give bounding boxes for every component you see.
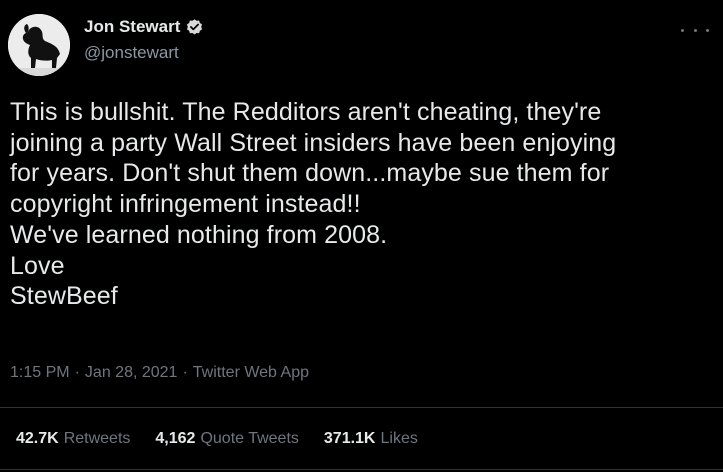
divider	[0, 407, 723, 408]
tweet-date[interactable]: Jan 28, 2021	[85, 364, 178, 382]
author-block: Jon Stewart @jonstewart	[84, 16, 204, 63]
more-options-button[interactable]	[681, 22, 709, 38]
retweets-stat[interactable]: 42.7K Retweets	[16, 430, 130, 448]
name-row: Jon Stewart	[84, 16, 204, 38]
dog-avatar-image	[8, 14, 70, 76]
likes-count: 371.1K	[323, 430, 376, 447]
engagement-stats: 42.7K Retweets 4,162 Quote Tweets 371.1K Li…	[16, 430, 443, 448]
retweets-label: Retweets	[63, 430, 131, 447]
quote-tweets-stat[interactable]: 4,162 Quote Tweets	[155, 430, 298, 448]
handle[interactable]: @jonstewart	[84, 43, 204, 63]
divider	[0, 469, 723, 470]
more-dot-icon	[693, 28, 697, 32]
tweet-time[interactable]: 1:15 PM	[10, 364, 70, 382]
likes-label: Likes	[380, 430, 418, 447]
more-dot-icon	[681, 28, 684, 32]
quote-tweets-label: Quote Tweets	[200, 430, 299, 447]
tweet-meta: 1:15 PM · Jan 28, 2021 · Twitter Web App	[10, 364, 309, 382]
more-dot-icon	[706, 28, 709, 32]
meta-separator: ·	[182, 364, 188, 381]
retweets-count: 42.7K	[16, 430, 59, 447]
avatar[interactable]	[8, 14, 70, 76]
tweet-text: This is bullshit. The Redditors aren't c…	[10, 98, 617, 311]
likes-stat[interactable]: 371.1K Likes	[324, 430, 418, 448]
verified-badge-icon	[185, 18, 204, 37]
quote-tweets-count: 4,162	[155, 430, 196, 447]
tweet-source[interactable]: Twitter Web App	[193, 364, 309, 382]
meta-separator: ·	[74, 364, 80, 381]
display-name[interactable]: Jon Stewart	[84, 17, 180, 37]
tweet-card: Jon Stewart @jonstewart This is bullshit…	[0, 0, 723, 472]
